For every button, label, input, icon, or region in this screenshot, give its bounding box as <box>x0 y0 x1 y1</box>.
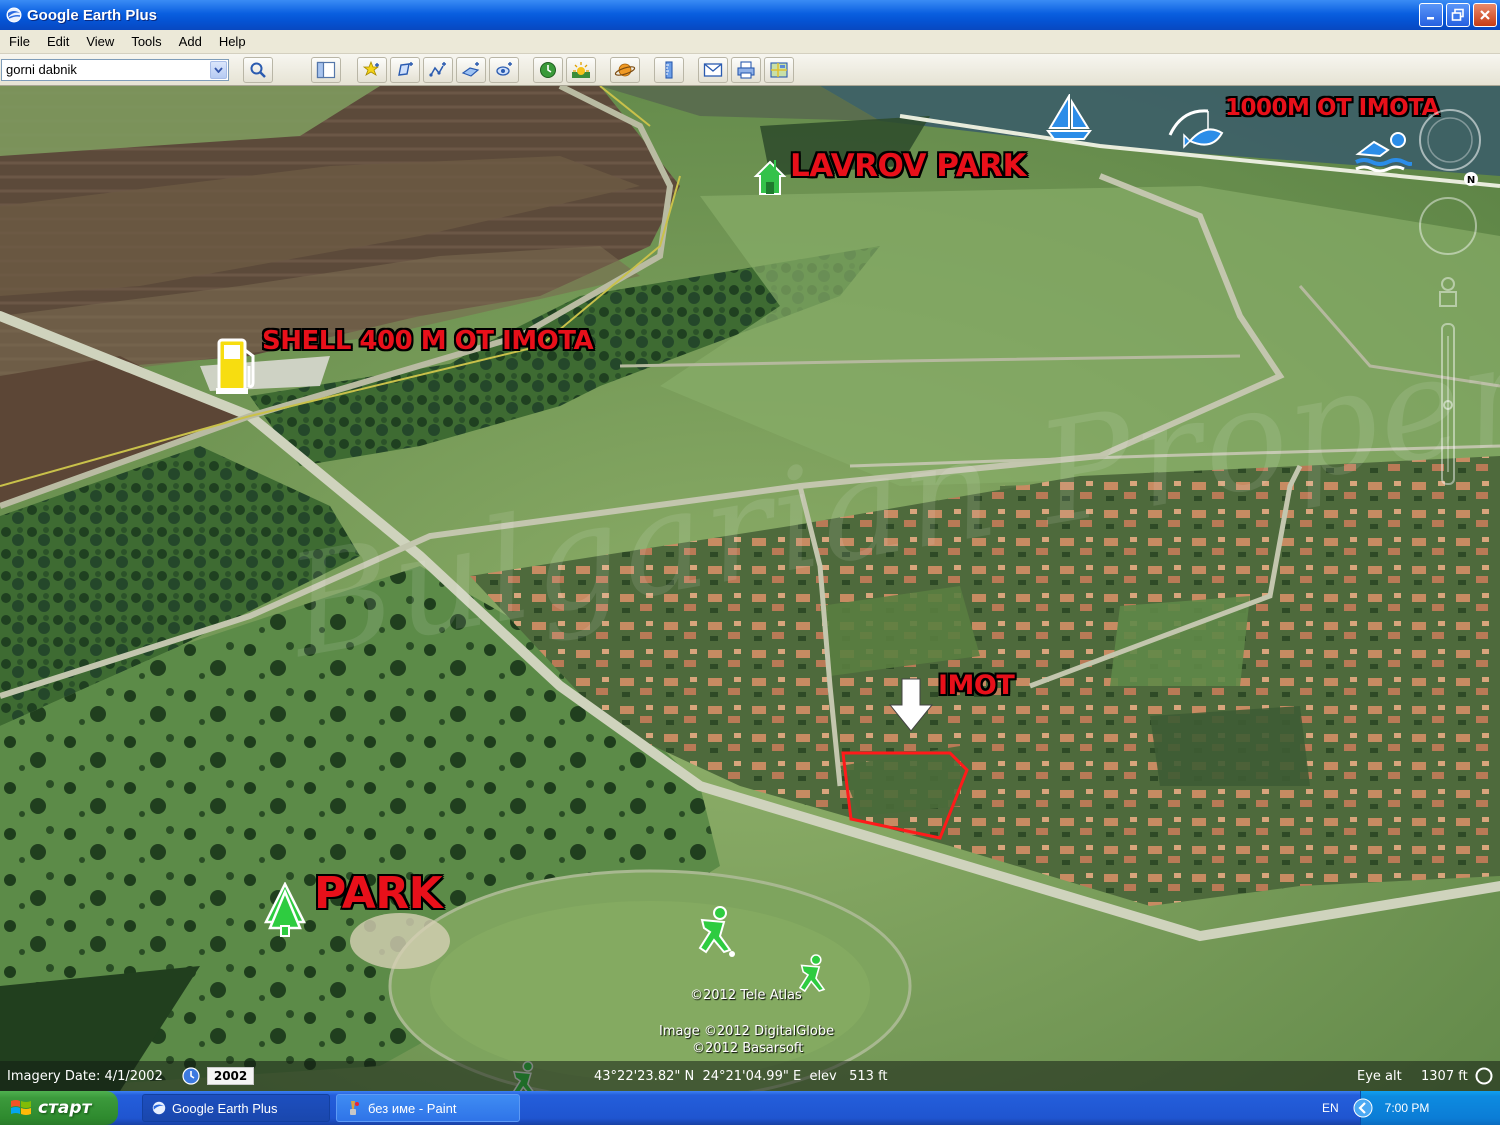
printer-icon <box>737 60 755 79</box>
taskbar-google-earth-label: Google Earth Plus <box>172 1100 278 1116</box>
copyright-tele-atlas: ©2012 Tele Atlas <box>690 988 802 1003</box>
house-icon[interactable] <box>753 158 787 198</box>
restore-icon <box>1451 8 1464 21</box>
north-indicator-icon: N <box>1464 172 1478 186</box>
look-joystick <box>1419 109 1481 171</box>
image-overlay-icon <box>461 61 480 77</box>
label-shell: SHELL 400 M OT IMOTA <box>262 326 594 356</box>
add-image-overlay-button[interactable] <box>456 56 486 83</box>
taskbar-google-earth[interactable]: Google Earth Plus <box>142 1094 330 1122</box>
window-title: Google Earth Plus <box>27 6 158 24</box>
email-button[interactable] <box>698 56 728 83</box>
streaming-indicator-icon <box>1475 1067 1493 1085</box>
add-polygon-button[interactable] <box>390 56 420 83</box>
add-path-button[interactable] <box>423 56 453 83</box>
tree-icon[interactable] <box>262 882 308 938</box>
restore-button[interactable] <box>1446 3 1470 27</box>
view-in-maps-button[interactable] <box>764 56 794 83</box>
map-icon <box>770 61 788 78</box>
chevron-down-icon <box>214 66 223 73</box>
label-lavrov-park: LAVROV PARK <box>790 148 1027 184</box>
placemark-icon <box>362 60 380 76</box>
sun-icon <box>572 61 590 78</box>
path-icon <box>429 61 446 77</box>
windows-logo-icon <box>11 1100 31 1115</box>
move-joystick <box>1419 197 1477 255</box>
taskbar: старт Google Earth Plus без име - Paint … <box>0 1091 1500 1125</box>
navigation-controls[interactable] <box>1410 100 1494 500</box>
start-label: старт <box>38 1098 92 1118</box>
menu-bar: File Edit View Tools Add Help <box>0 30 1500 54</box>
add-placemark-button[interactable] <box>357 56 387 83</box>
imagery-year-badge[interactable]: 2002 <box>206 1067 255 1085</box>
label-imot: IMOT <box>938 670 1015 701</box>
tour-icon <box>496 61 512 76</box>
svg-text:N: N <box>1467 175 1475 186</box>
language-indicator[interactable]: EN <box>1322 1101 1339 1115</box>
soccer-icon[interactable] <box>690 906 740 958</box>
street-view-pegman <box>1441 277 1455 291</box>
eye-alt-label: Eye alt <box>1357 1068 1402 1084</box>
menu-help[interactable]: Help <box>212 34 253 49</box>
title-bar[interactable]: Google Earth Plus <box>0 0 1500 30</box>
eye-alt-value: 1307 ft <box>1421 1068 1468 1084</box>
fishing-icon[interactable] <box>1168 101 1224 157</box>
google-earth-icon <box>152 1101 166 1115</box>
label-park: PARK <box>314 868 443 919</box>
close-button[interactable] <box>1473 3 1497 27</box>
historical-imagery-button[interactable] <box>533 56 563 83</box>
coordinates-readout: 43°22'23.82" N 24°21'04.99" E elev 513 f… <box>594 1068 888 1084</box>
menu-edit[interactable]: Edit <box>40 34 76 49</box>
google-earth-icon <box>6 7 22 23</box>
polygon-icon <box>398 61 413 76</box>
toolbar <box>0 54 1500 86</box>
menu-file[interactable]: File <box>2 34 37 49</box>
search-combobox[interactable] <box>1 58 229 81</box>
paint-icon <box>350 1101 359 1115</box>
start-button[interactable]: старт <box>0 1091 118 1125</box>
minimize-button[interactable] <box>1419 3 1443 27</box>
print-button[interactable] <box>731 56 761 83</box>
sunlight-button[interactable] <box>566 56 596 83</box>
gas-station-icon[interactable] <box>215 336 261 396</box>
status-bar: Imagery Date: 4/1/2002 2002 43°22'23.82"… <box>0 1061 1500 1091</box>
envelope-icon <box>703 62 723 77</box>
sidebar-toggle-button[interactable] <box>311 56 341 83</box>
imagery-date: Imagery Date: 4/1/2002 <box>7 1068 163 1084</box>
copyright-basarsoft: ©2012 Basarsoft <box>692 1041 804 1056</box>
arrow-down-icon[interactable] <box>886 677 936 733</box>
menu-add[interactable]: Add <box>172 34 209 49</box>
switch-planet-button[interactable] <box>610 56 640 83</box>
label-1000m: 1000M OT IMOTA <box>1225 95 1439 121</box>
system-tray: EN 7:00 PM <box>1322 1091 1500 1125</box>
close-icon <box>1480 10 1490 20</box>
sidebar-icon <box>316 61 336 78</box>
tray-chevron-icon[interactable] <box>1353 1098 1373 1118</box>
historical-clock-icon[interactable] <box>181 1066 201 1086</box>
sailboat-icon[interactable] <box>1044 94 1094 142</box>
menu-view[interactable]: View <box>79 34 121 49</box>
clock[interactable]: 7:00 PM <box>1385 1101 1430 1115</box>
magnifier-icon <box>250 62 266 78</box>
copyright-digitalglobe: Image ©2012 DigitalGlobe <box>659 1024 835 1039</box>
dropdown-arrow-button[interactable] <box>210 60 227 79</box>
search-button[interactable] <box>243 56 273 83</box>
minimize-icon <box>1427 17 1434 20</box>
map-view[interactable]: Bulgarian Properties LAVROV PARK 1000M O… <box>0 86 1500 1091</box>
taskbar-paint-label: без име - Paint <box>368 1100 457 1116</box>
ruler-icon <box>665 60 673 79</box>
swimming-icon[interactable] <box>1354 130 1412 172</box>
menu-tools[interactable]: Tools <box>124 34 168 49</box>
taskbar-paint[interactable]: без име - Paint <box>336 1094 520 1122</box>
planet-icon <box>614 63 636 76</box>
clock-icon <box>540 61 556 78</box>
record-tour-button[interactable] <box>489 56 519 83</box>
ruler-button[interactable] <box>654 56 684 83</box>
search-input[interactable] <box>2 59 208 80</box>
